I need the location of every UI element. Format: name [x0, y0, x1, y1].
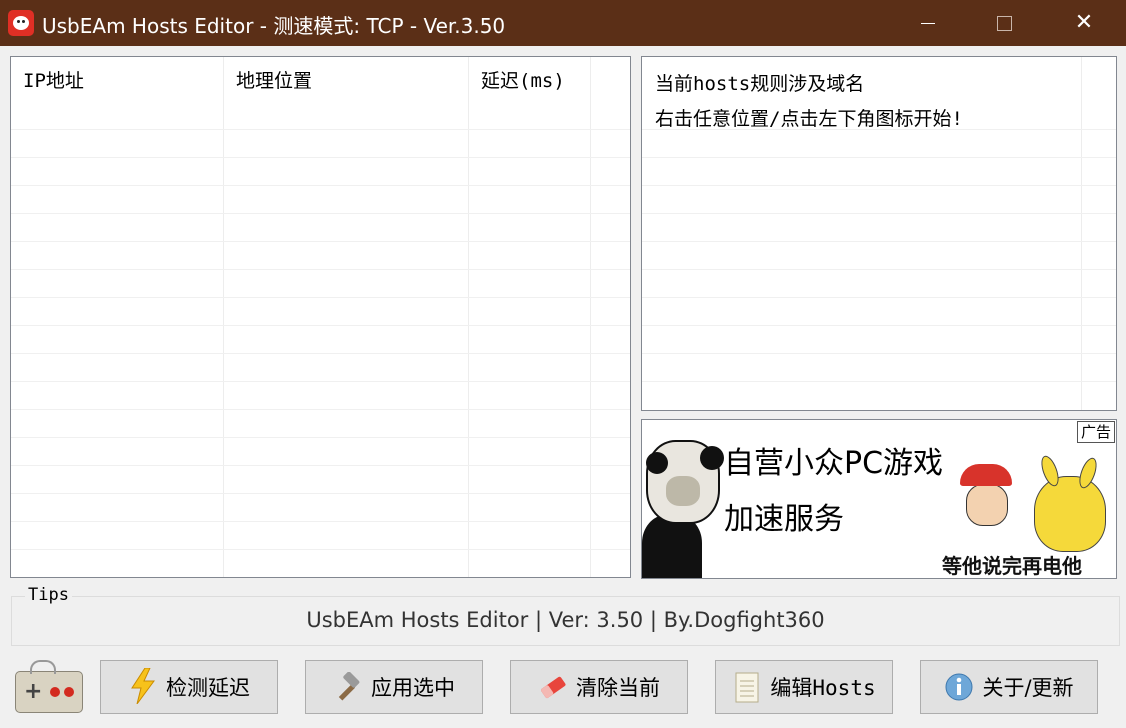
row-gridline [642, 381, 1116, 382]
row-gridline [642, 157, 1116, 158]
clear-current-label: 清除当前 [576, 676, 660, 700]
panda-head-icon [646, 440, 724, 524]
row-gridline [11, 213, 630, 214]
edit-hosts-button[interactable]: 编辑Hosts [715, 660, 893, 714]
ip-list[interactable]: IP地址 地理位置 延迟(ms) [10, 56, 631, 578]
row-gridline [642, 353, 1116, 354]
about-update-button[interactable]: 关于/更新 [920, 660, 1098, 714]
column-latency[interactable]: 延迟(ms) [469, 57, 591, 101]
tips-text: UsbEAm Hosts Editor | Ver: 3.50 | By.Dog… [306, 608, 825, 632]
boy-illustration [960, 464, 1012, 526]
app-pig-icon[interactable] [8, 10, 34, 36]
row-gridline [11, 409, 630, 410]
row-gridline [11, 577, 630, 578]
ad-banner[interactable]: 自营小众PC游戏 加速服务 等他说完再电他 广告 [641, 419, 1117, 579]
ad-caption: 等他说完再电他 [942, 554, 1082, 578]
row-gridline [11, 157, 630, 158]
row-gridline [11, 549, 630, 550]
row-gridline [11, 241, 630, 242]
hosts-domain-list[interactable]: 当前hosts规则涉及域名 右击任意位置/点击左下角图标开始! [641, 56, 1117, 411]
column-ip[interactable]: IP地址 [11, 57, 224, 101]
row-gridline [11, 325, 630, 326]
row-gridline [11, 521, 630, 522]
row-gridline [11, 353, 630, 354]
tips-group: Tips UsbEAm Hosts Editor | Ver: 3.50 | B… [11, 585, 1120, 646]
detect-latency-label: 检测延迟 [166, 676, 250, 700]
row-gridline [11, 185, 630, 186]
minimize-button[interactable] [888, 0, 968, 46]
eraser-icon [538, 672, 568, 702]
row-gridline [642, 269, 1116, 270]
title-bar: UsbEAm Hosts Editor - 测速模式: TCP - Ver.3.… [0, 0, 1126, 46]
row-gridline [11, 381, 630, 382]
maximize-button[interactable] [964, 0, 1044, 46]
hammer-icon [333, 671, 363, 702]
apply-selected-button[interactable]: 应用选中 [305, 660, 483, 714]
ad-headline: 自营小众PC游戏 [724, 446, 944, 481]
row-gridline [642, 129, 1116, 130]
edit-hosts-label: 编辑Hosts [770, 676, 876, 700]
row-gridline [11, 129, 630, 130]
info-icon [944, 672, 974, 702]
clear-current-button[interactable]: 清除当前 [510, 660, 688, 714]
row-gridline [11, 269, 630, 270]
apply-selected-label: 应用选中 [371, 676, 455, 700]
row-gridline [642, 241, 1116, 242]
ad-badge: 广告 [1076, 421, 1115, 443]
lightning-icon [128, 668, 158, 704]
row-gridline [11, 465, 630, 466]
close-button[interactable]: ✕ [1044, 0, 1124, 46]
row-gridline [642, 213, 1116, 214]
gamepad-icon[interactable]: + [15, 660, 83, 713]
document-icon [732, 672, 762, 703]
panda-illustration [642, 515, 702, 578]
minimize-icon [921, 22, 935, 24]
row-gridline [11, 493, 630, 494]
list-item[interactable]: 右击任意位置/点击左下角图标开始! [655, 104, 963, 131]
row-gridline [642, 185, 1116, 186]
pikachu-illustration [1034, 476, 1106, 552]
close-icon: ✕ [1074, 10, 1094, 35]
maximize-icon [996, 15, 1012, 31]
column-location[interactable]: 地理位置 [224, 57, 469, 101]
row-gridline [11, 437, 630, 438]
hosts-list-header: 当前hosts规则涉及域名 [655, 73, 865, 95]
about-update-label: 关于/更新 [982, 676, 1074, 700]
detect-latency-button[interactable]: 检测延迟 [100, 660, 278, 714]
ad-subheadline: 加速服务 [724, 502, 844, 537]
window-title: UsbEAm Hosts Editor - 测速模式: TCP - Ver.3.… [42, 14, 506, 38]
row-gridline [11, 297, 630, 298]
tips-label: Tips [25, 585, 72, 605]
row-gridline [642, 297, 1116, 298]
row-gridline [642, 325, 1116, 326]
